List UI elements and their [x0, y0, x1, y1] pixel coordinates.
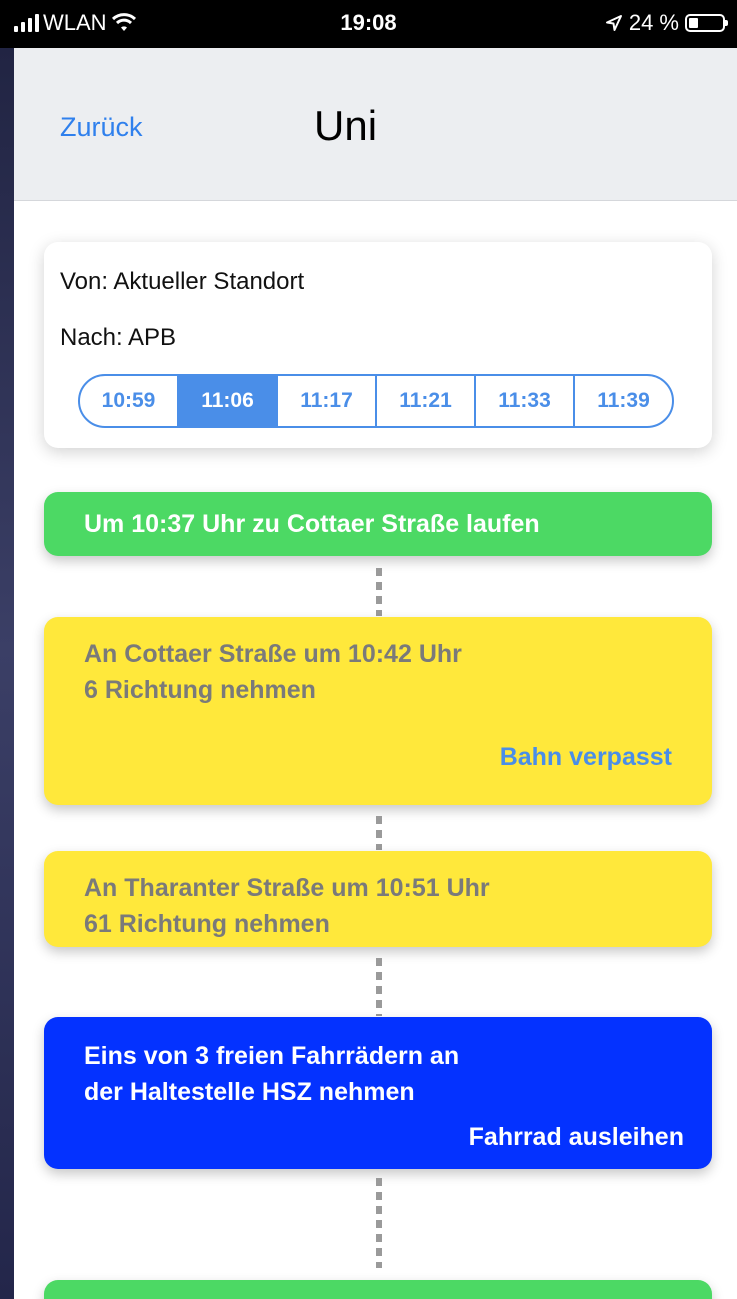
step-text-line-2: 6 Richtung nehmen	[84, 676, 316, 704]
time-option[interactable]: 11:17	[276, 376, 375, 426]
page-title: Uni	[314, 102, 378, 149]
app-screen: Zurück Uni Von: Aktueller Standort Nach:…	[14, 48, 737, 1299]
time-option[interactable]: 11:39	[573, 376, 672, 426]
step-text-line-1: An Tharanter Straße um 10:51 Uhr	[84, 874, 490, 902]
time-option[interactable]: 11:33	[474, 376, 573, 426]
step-text-line-2: 61 Richtung nehmen	[84, 910, 330, 938]
battery-percent: 24 %	[628, 10, 679, 35]
time-option-selected[interactable]: 11:06	[177, 376, 276, 426]
step-walk[interactable]: Um 10:37 Uhr zu Cottaer Straße laufen	[44, 492, 712, 556]
route-connector	[376, 958, 382, 1016]
departure-time-selector: 10:59 11:06 11:17 11:21 11:33 11:39	[78, 374, 674, 428]
route-to: Nach: APB	[60, 324, 177, 351]
step-text-line-1: An Cottaer Straße um 10:42 Uhr	[84, 640, 462, 668]
route-connector	[376, 816, 382, 850]
route-card: Von: Aktueller Standort Nach: APB 10:59 …	[44, 242, 712, 448]
step-text: Um 10:37 Uhr zu Cottaer Straße laufen	[84, 510, 540, 538]
back-button[interactable]: Zurück	[60, 112, 143, 143]
battery-icon	[685, 14, 728, 32]
wallpaper-edge	[0, 0, 14, 1299]
navigation-bar: Zurück Uni	[14, 48, 737, 201]
location-arrow-icon	[605, 15, 622, 31]
status-right: 24 %	[605, 10, 728, 36]
route-connector	[376, 568, 382, 616]
step-walk[interactable]	[44, 1280, 712, 1299]
missed-train-button[interactable]: Bahn verpasst	[500, 743, 672, 772]
step-transit[interactable]: An Cottaer Straße um 10:42 Uhr 6 Richtun…	[44, 617, 712, 805]
rent-bike-button[interactable]: Fahrrad ausleihen	[469, 1123, 684, 1152]
route-from: Von: Aktueller Standort	[60, 268, 305, 295]
step-bike[interactable]: Eins von 3 freien Fahrrädern an der Halt…	[44, 1017, 712, 1169]
step-text-line-2: der Haltestelle HSZ nehmen	[84, 1078, 415, 1106]
step-text-line-1: Eins von 3 freien Fahrrädern an	[84, 1042, 460, 1070]
status-bar: WLAN 19:08 24 %	[0, 0, 737, 48]
time-option[interactable]: 11:21	[375, 376, 474, 426]
route-connector	[376, 1178, 382, 1268]
step-transit[interactable]: An Tharanter Straße um 10:51 Uhr 61 Rich…	[44, 851, 712, 947]
time-option[interactable]: 10:59	[80, 376, 177, 426]
